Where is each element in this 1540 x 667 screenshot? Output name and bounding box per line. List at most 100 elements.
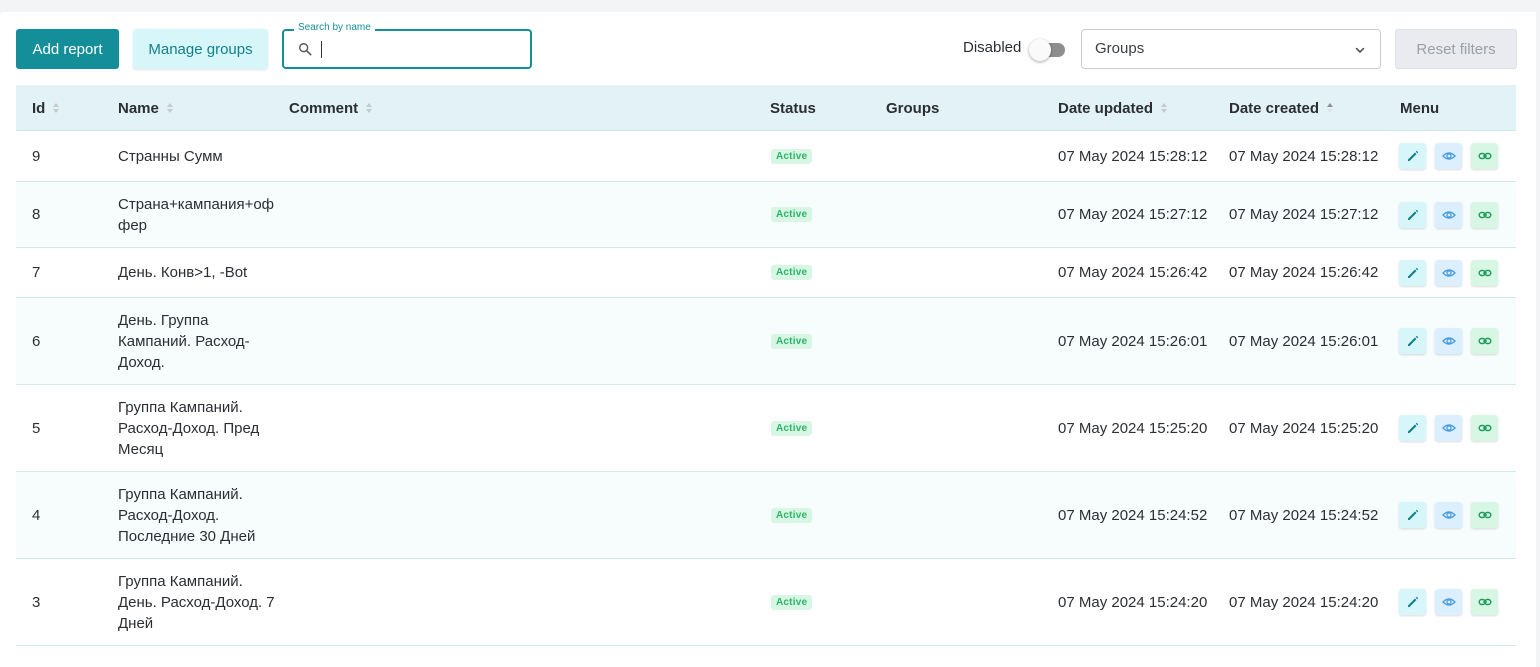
sort-icon bbox=[166, 103, 173, 113]
eye-icon bbox=[1441, 511, 1456, 519]
cell-id: 5 bbox=[32, 419, 41, 437]
status-badge: Active bbox=[771, 507, 813, 523]
cell-name: Группа Кампаний. День. Расход-Доход. 7 Д… bbox=[118, 559, 278, 645]
eye-icon bbox=[1441, 268, 1456, 277]
cell-status: Active bbox=[771, 248, 813, 297]
view-report-button[interactable] bbox=[1435, 328, 1462, 354]
copy-link-button[interactable] bbox=[1471, 502, 1498, 528]
toolbar: Add report Manage groups Search by name … bbox=[0, 12, 1536, 84]
report-name: Страна+кампания+оф фер bbox=[118, 195, 275, 234]
view-report-button[interactable] bbox=[1435, 415, 1462, 441]
cell-id: 3 bbox=[32, 593, 41, 611]
column-header-label: Groups bbox=[886, 99, 940, 117]
edit-report-button[interactable] bbox=[1399, 415, 1426, 441]
pencil-icon bbox=[1407, 596, 1418, 607]
cell-date-updated: 07 May 2024 15:24:52 bbox=[1058, 506, 1208, 524]
cell-date-updated: 07 May 2024 15:24:20 bbox=[1058, 593, 1208, 611]
status-badge: Active bbox=[771, 594, 813, 610]
cell-date-created: 07 May 2024 15:25:20 bbox=[1229, 419, 1379, 437]
sort-icon bbox=[366, 103, 373, 113]
add-report-button[interactable]: Add report bbox=[16, 29, 119, 69]
table-header: Id Name Comment Status Groups Date updat… bbox=[16, 85, 1516, 131]
cell-status: Active bbox=[771, 385, 813, 471]
cell-id: 7 bbox=[32, 264, 41, 281]
search-label: Search by name bbox=[294, 22, 375, 33]
table-row: 3 Группа Кампаний. День. Расход-Доход. 7… bbox=[16, 559, 1516, 646]
column-header-name[interactable]: Name bbox=[118, 85, 174, 131]
cell-date-created: 07 May 2024 15:28:12 bbox=[1229, 147, 1379, 165]
table-row: 8 Страна+кампания+оф фер Active 07 May 2… bbox=[16, 182, 1516, 248]
view-report-button[interactable] bbox=[1435, 589, 1462, 615]
eye-icon bbox=[1441, 598, 1456, 606]
disabled-toggle[interactable] bbox=[1029, 39, 1067, 61]
column-header-menu: Menu bbox=[1400, 85, 1439, 131]
column-header-id[interactable]: Id bbox=[32, 85, 60, 131]
link-icon bbox=[1478, 211, 1492, 218]
edit-report-button[interactable] bbox=[1399, 589, 1426, 615]
cell-name: Группа Кампаний. Расход-Доход. Последние… bbox=[118, 472, 278, 558]
cell-name: Группа Кампаний. Расход-Доход. Пред Меся… bbox=[118, 385, 278, 471]
pencil-icon bbox=[1407, 150, 1418, 161]
copy-link-button[interactable] bbox=[1471, 328, 1498, 354]
column-header-status: Status bbox=[770, 85, 816, 131]
column-header-label: Menu bbox=[1400, 99, 1440, 117]
cell-name: День. Группа Кампаний. Расход-Доход. bbox=[118, 298, 278, 384]
sort-ascending-icon bbox=[1327, 103, 1334, 113]
table-row: 6 День. Группа Кампаний. Расход-Доход. A… bbox=[16, 298, 1516, 385]
cell-date-updated: 07 May 2024 15:28:12 bbox=[1058, 147, 1208, 165]
groups-select[interactable]: Groups bbox=[1081, 29, 1381, 69]
copy-link-button[interactable] bbox=[1471, 259, 1498, 286]
pencil-icon bbox=[1407, 267, 1418, 278]
text-caret bbox=[321, 41, 322, 58]
copy-link-button[interactable] bbox=[1471, 201, 1498, 228]
disabled-label: Disabled bbox=[963, 39, 1022, 56]
pencil-icon bbox=[1407, 509, 1418, 520]
view-report-button[interactable] bbox=[1435, 502, 1462, 528]
cell-name: Странны Сумм bbox=[118, 131, 278, 181]
edit-report-button[interactable] bbox=[1399, 201, 1426, 228]
column-header-label: Id bbox=[32, 99, 46, 117]
edit-report-button[interactable] bbox=[1399, 502, 1426, 528]
search-field[interactable]: Search by name bbox=[282, 22, 532, 69]
column-header-groups: Groups bbox=[886, 85, 939, 131]
cell-id: 9 bbox=[32, 147, 41, 165]
cell-date-created: 07 May 2024 15:26:01 bbox=[1229, 332, 1379, 350]
eye-icon bbox=[1441, 424, 1456, 432]
report-name: День. Конв>1, -Bot bbox=[118, 264, 248, 281]
reset-filters-button[interactable]: Reset filters bbox=[1395, 29, 1517, 69]
column-header-date-created[interactable]: Date created bbox=[1229, 85, 1334, 131]
cell-name: Страна+кампания+оф фер bbox=[118, 182, 278, 247]
copy-link-button[interactable] bbox=[1471, 589, 1498, 615]
cell-date-updated: 07 May 2024 15:26:01 bbox=[1058, 332, 1208, 350]
row-actions bbox=[1399, 589, 1498, 615]
table-row: 9 Странны Сумм Active 07 May 2024 15:28:… bbox=[16, 131, 1516, 182]
cell-date-created: 07 May 2024 15:24:20 bbox=[1229, 593, 1379, 611]
copy-link-button[interactable] bbox=[1471, 415, 1498, 441]
column-header-date-updated[interactable]: Date updated bbox=[1058, 85, 1168, 131]
pencil-icon bbox=[1407, 209, 1418, 220]
cell-date-created: 07 May 2024 15:24:52 bbox=[1229, 506, 1379, 524]
edit-report-button[interactable] bbox=[1399, 328, 1426, 354]
status-badge: Active bbox=[771, 265, 813, 280]
link-icon bbox=[1478, 598, 1492, 606]
cell-date-updated: 07 May 2024 15:27:12 bbox=[1058, 206, 1208, 223]
copy-link-button[interactable] bbox=[1471, 143, 1498, 169]
edit-report-button[interactable] bbox=[1399, 259, 1426, 286]
status-badge: Active bbox=[771, 333, 813, 349]
manage-groups-button[interactable]: Manage groups bbox=[133, 29, 268, 69]
cell-status: Active bbox=[771, 131, 813, 181]
report-name: Группа Кампаний. Расход-Доход. Пред Меся… bbox=[118, 398, 260, 458]
eye-icon bbox=[1441, 152, 1456, 160]
column-header-comment[interactable]: Comment bbox=[289, 85, 373, 131]
cell-menu bbox=[1399, 472, 1498, 558]
cell-status: Active bbox=[771, 559, 813, 645]
cell-id: 6 bbox=[32, 332, 41, 350]
cell-menu bbox=[1399, 131, 1498, 181]
cell-date-updated: 07 May 2024 15:25:20 bbox=[1058, 419, 1208, 437]
view-report-button[interactable] bbox=[1435, 201, 1462, 228]
edit-report-button[interactable] bbox=[1399, 143, 1426, 169]
search-input[interactable] bbox=[320, 38, 520, 60]
view-report-button[interactable] bbox=[1435, 143, 1462, 169]
view-report-button[interactable] bbox=[1435, 259, 1462, 286]
sort-icon bbox=[1161, 103, 1168, 113]
